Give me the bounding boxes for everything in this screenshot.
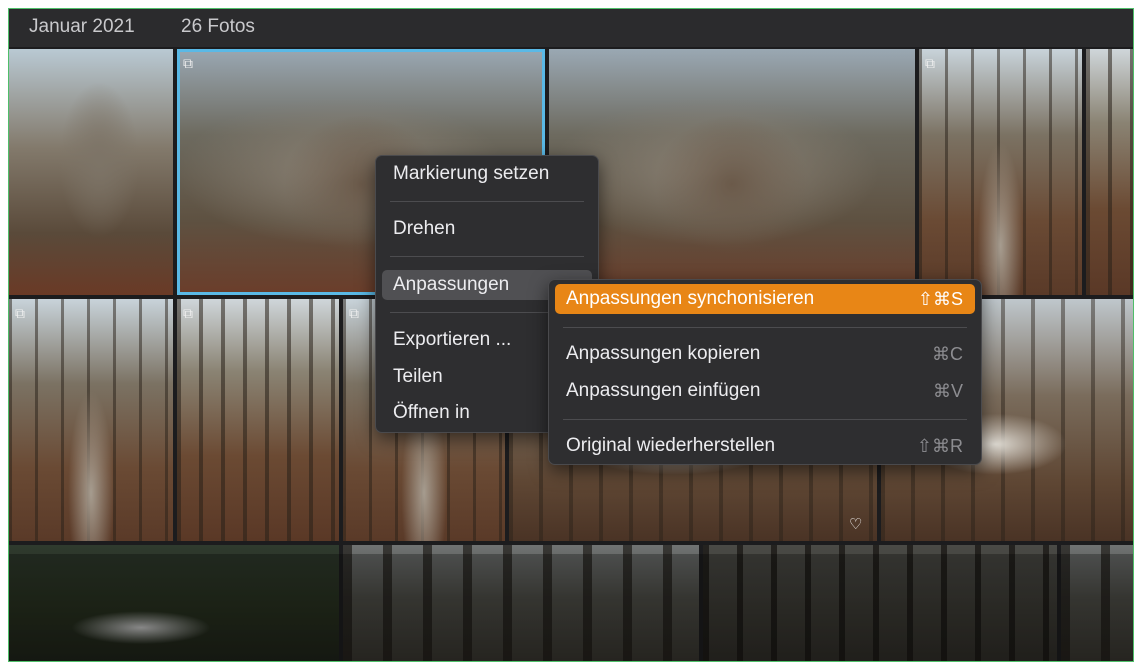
menu-item-label: Exportieren ...	[393, 329, 512, 350]
menu-item-label: Anpassungen synchonisieren	[566, 288, 815, 309]
keyboard-shortcut: ⌘C	[932, 344, 963, 364]
menu-separator	[563, 327, 967, 328]
menu-item-anpassungen-synchronisieren[interactable]: Anpassungen synchonisieren ⇧⌘S	[555, 284, 975, 314]
adjusted-icon: ⧉	[925, 55, 935, 71]
menu-item-original-wiederherstellen[interactable]: Original wiederherstellen ⇧⌘R	[555, 431, 975, 461]
menu-item-label: Markierung setzen	[393, 163, 550, 184]
photo-library-window: Januar 2021 26 Fotos ⧉ ⧉ ⧉ ⧉ ⧉ ♡ Markier…	[8, 8, 1134, 662]
keyboard-shortcut: ⌘V	[932, 381, 963, 401]
month-title: Januar 2021	[29, 16, 135, 37]
photo-thumbnail[interactable]: ⧉	[177, 299, 339, 541]
menu-item-label: Anpassungen einfügen	[566, 380, 761, 401]
menu-item-label: Öffnen in	[393, 402, 470, 423]
photo-thumbnail[interactable]	[1086, 49, 1133, 295]
library-header: Januar 2021 26 Fotos	[9, 9, 1133, 47]
photo-thumbnail[interactable]: ⧉	[9, 299, 173, 541]
photo-thumbnail[interactable]	[703, 545, 1057, 661]
menu-item-label: Drehen	[393, 218, 456, 239]
keyboard-shortcut: ⇧⌘R	[916, 436, 963, 456]
menu-separator	[390, 201, 584, 202]
menu-item-anpassungen-einfuegen[interactable]: Anpassungen einfügen ⌘V	[555, 376, 975, 406]
heart-icon: ♡	[849, 516, 863, 533]
photo-thumbnail[interactable]: ⧉	[919, 49, 1082, 295]
photo-count: 26 Fotos	[181, 16, 255, 37]
photo-thumbnail[interactable]	[343, 545, 699, 661]
photo-thumbnail[interactable]	[9, 49, 173, 295]
menu-item-label: Teilen	[393, 366, 443, 387]
menu-item-anpassungen-kopieren[interactable]: Anpassungen kopieren ⌘C	[555, 339, 975, 369]
keyboard-shortcut: ⇧⌘S	[917, 289, 963, 309]
adjustments-submenu: Anpassungen synchonisieren ⇧⌘S Anpassung…	[548, 279, 982, 465]
photo-thumbnail[interactable]	[1061, 545, 1133, 661]
adjusted-icon: ⧉	[183, 305, 193, 321]
menu-item-label: Anpassungen kopieren	[566, 343, 761, 364]
adjusted-icon: ⧉	[183, 55, 193, 71]
menu-item-markierung-setzen[interactable]: Markierung setzen	[382, 159, 592, 189]
menu-separator	[563, 419, 967, 420]
menu-item-label: Anpassungen	[393, 274, 510, 295]
menu-item-drehen[interactable]: Drehen	[382, 214, 592, 244]
menu-separator	[390, 256, 584, 257]
menu-item-label: Original wiederherstellen	[566, 435, 776, 456]
photo-thumbnail[interactable]	[549, 49, 915, 295]
photo-thumbnail[interactable]	[9, 545, 339, 661]
adjusted-icon: ⧉	[15, 305, 25, 321]
adjusted-icon: ⧉	[349, 305, 359, 321]
